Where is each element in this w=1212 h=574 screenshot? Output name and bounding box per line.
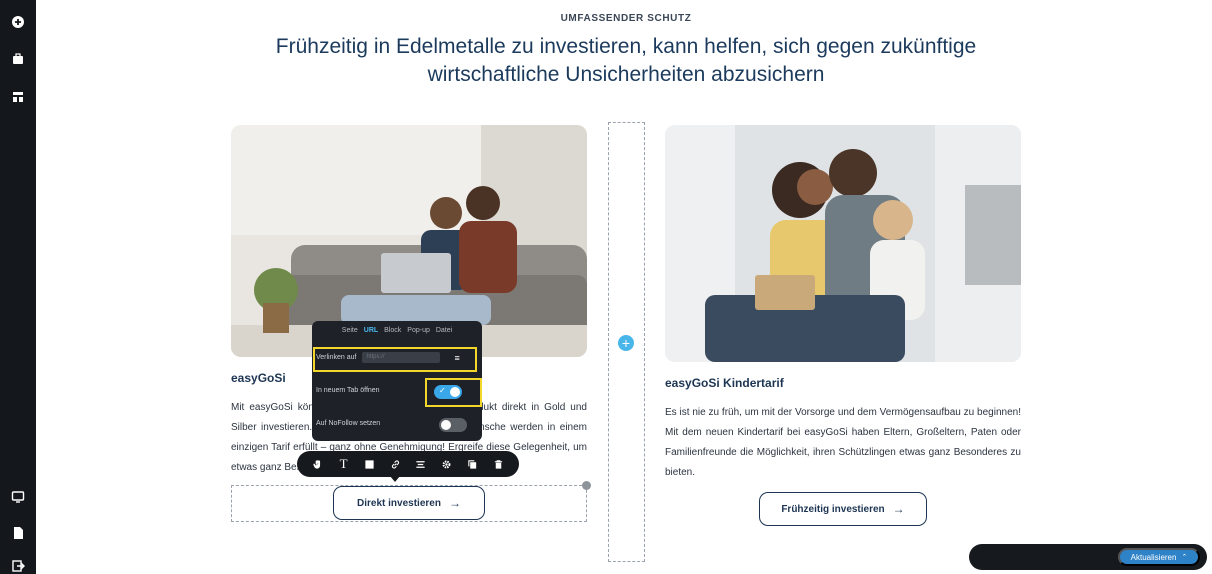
editor-sidebar bbox=[0, 0, 36, 574]
tab-seite[interactable]: Seite bbox=[342, 327, 358, 334]
arrow-right-icon: → bbox=[448, 496, 461, 510]
text-icon[interactable]: T bbox=[336, 456, 352, 472]
section-headline: Frühzeitig in Edelmetalle zu investieren… bbox=[275, 35, 977, 86]
eye-off-icon[interactable] bbox=[1007, 6, 1021, 20]
cta-label: Direkt investieren bbox=[357, 497, 441, 509]
toggle-knob bbox=[441, 420, 451, 430]
link-icon[interactable] bbox=[387, 456, 403, 472]
chevron-up-icon: ⌃ bbox=[1181, 554, 1188, 561]
gear-icon[interactable] bbox=[439, 456, 455, 472]
tab-url[interactable]: URL bbox=[364, 327, 378, 334]
fruehzeitig-investieren-button[interactable]: Frühzeitig investieren → bbox=[759, 492, 927, 526]
square-icon[interactable] bbox=[361, 456, 377, 472]
nofollow-label: Auf NoFollow setzen bbox=[316, 420, 381, 427]
redo-icon[interactable] bbox=[1061, 6, 1075, 20]
direkt-investieren-button[interactable]: Direkt investieren → bbox=[333, 486, 485, 520]
resize-handle[interactable] bbox=[582, 481, 591, 490]
align-icon[interactable] bbox=[413, 456, 429, 472]
card-title-kindertarif: easyGoSi Kindertarif bbox=[665, 376, 784, 390]
hand-icon[interactable] bbox=[310, 456, 326, 472]
card-title-easygosi: easyGoSi bbox=[231, 371, 286, 385]
help-icon[interactable] bbox=[980, 6, 994, 20]
tab-block[interactable]: Block bbox=[384, 327, 401, 334]
tab-popup[interactable]: Pop-up bbox=[407, 327, 430, 334]
popover-tabs: Seite URL Block Pop-up Datei bbox=[312, 327, 482, 334]
trash-icon[interactable] bbox=[490, 456, 506, 472]
check-icon: ✓ bbox=[439, 386, 446, 395]
page-icon[interactable] bbox=[8, 523, 28, 543]
add-column-icon[interactable]: + bbox=[618, 335, 634, 351]
briefcase-icon[interactable] bbox=[8, 49, 28, 69]
toolbar-pointer bbox=[390, 476, 400, 482]
section-eyebrow: UMFASSENDER SCHUTZ bbox=[560, 13, 692, 24]
arrow-right-icon: → bbox=[892, 502, 905, 516]
desktop-icon[interactable] bbox=[8, 487, 28, 507]
copy-icon[interactable] bbox=[464, 456, 480, 472]
cta-label: Frühzeitig investieren bbox=[781, 503, 885, 515]
toggle-knob bbox=[450, 387, 460, 397]
nofollow-toggle[interactable] bbox=[439, 418, 467, 432]
logout-icon[interactable] bbox=[8, 556, 28, 574]
link-input-highlight bbox=[313, 347, 477, 372]
tab-datei[interactable]: Datei bbox=[436, 327, 452, 334]
undo-icon[interactable] bbox=[1034, 6, 1048, 20]
element-toolbar: T bbox=[297, 451, 519, 477]
new-tab-label: In neuem Tab öffnen bbox=[316, 387, 380, 394]
layout-icon[interactable] bbox=[8, 87, 28, 107]
external-link-icon[interactable] bbox=[1088, 6, 1102, 20]
update-label: Aktualisieren bbox=[1130, 552, 1177, 562]
family-photo bbox=[665, 125, 1021, 362]
card-text-kindertarif: Es ist nie zu früh, um mit der Vorsorge … bbox=[665, 407, 1021, 478]
new-tab-toggle[interactable]: ✓ bbox=[434, 385, 462, 399]
update-button[interactable]: Aktualisieren ⌃ bbox=[1118, 548, 1200, 566]
